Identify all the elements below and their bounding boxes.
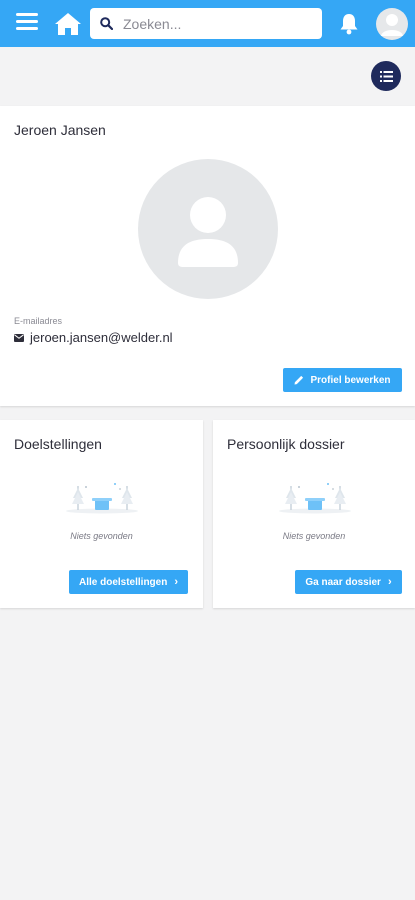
goals-card: Doelstellingen Niets gevonden Alle doels… [0,420,203,608]
search-icon [100,17,113,30]
bell-icon[interactable] [339,13,359,35]
email-value[interactable]: jeroen.jansen@welder.nl [30,330,173,345]
avatar-icon[interactable] [376,8,408,40]
all-goals-button[interactable]: Alle doelstellingen › [69,570,188,594]
search-bar [90,8,322,39]
envelope-icon [14,333,24,342]
go-to-dossier-label: Ga naar dossier [305,576,381,588]
empty-state-illustration [62,478,142,514]
empty-state-illustration [275,478,355,514]
edit-profile-label: Profiel bewerken [310,374,391,386]
email-row: jeroen.jansen@welder.nl [14,330,173,345]
edit-profile-button[interactable]: Profiel bewerken [283,368,402,392]
go-to-dossier-button[interactable]: Ga naar dossier › [295,570,402,594]
dossier-title: Persoonlijk dossier [227,436,345,452]
pencil-icon [294,375,304,385]
menu-icon[interactable] [16,13,38,33]
goals-title: Doelstellingen [14,436,102,452]
goals-empty-text: Niets gevonden [70,531,133,541]
home-icon[interactable] [54,11,82,37]
profile-photo-placeholder [138,159,278,299]
list-view-icon[interactable] [371,61,401,91]
top-navigation-bar [0,0,415,47]
search-input[interactable] [123,15,303,32]
email-label: E-mailadres [14,316,63,326]
toolbar-area [0,47,415,105]
profile-name: Jeroen Jansen [14,122,106,138]
chevron-right-icon: › [387,576,392,588]
all-goals-label: Alle doelstellingen [78,576,168,588]
dossier-card: Persoonlijk dossier Niets gevonden Ga na… [213,420,415,608]
profile-card: Jeroen Jansen E-mailadres jeroen.jansen@… [0,106,415,406]
dossier-empty-text: Niets gevonden [282,531,346,541]
chevron-right-icon: › [174,576,179,588]
